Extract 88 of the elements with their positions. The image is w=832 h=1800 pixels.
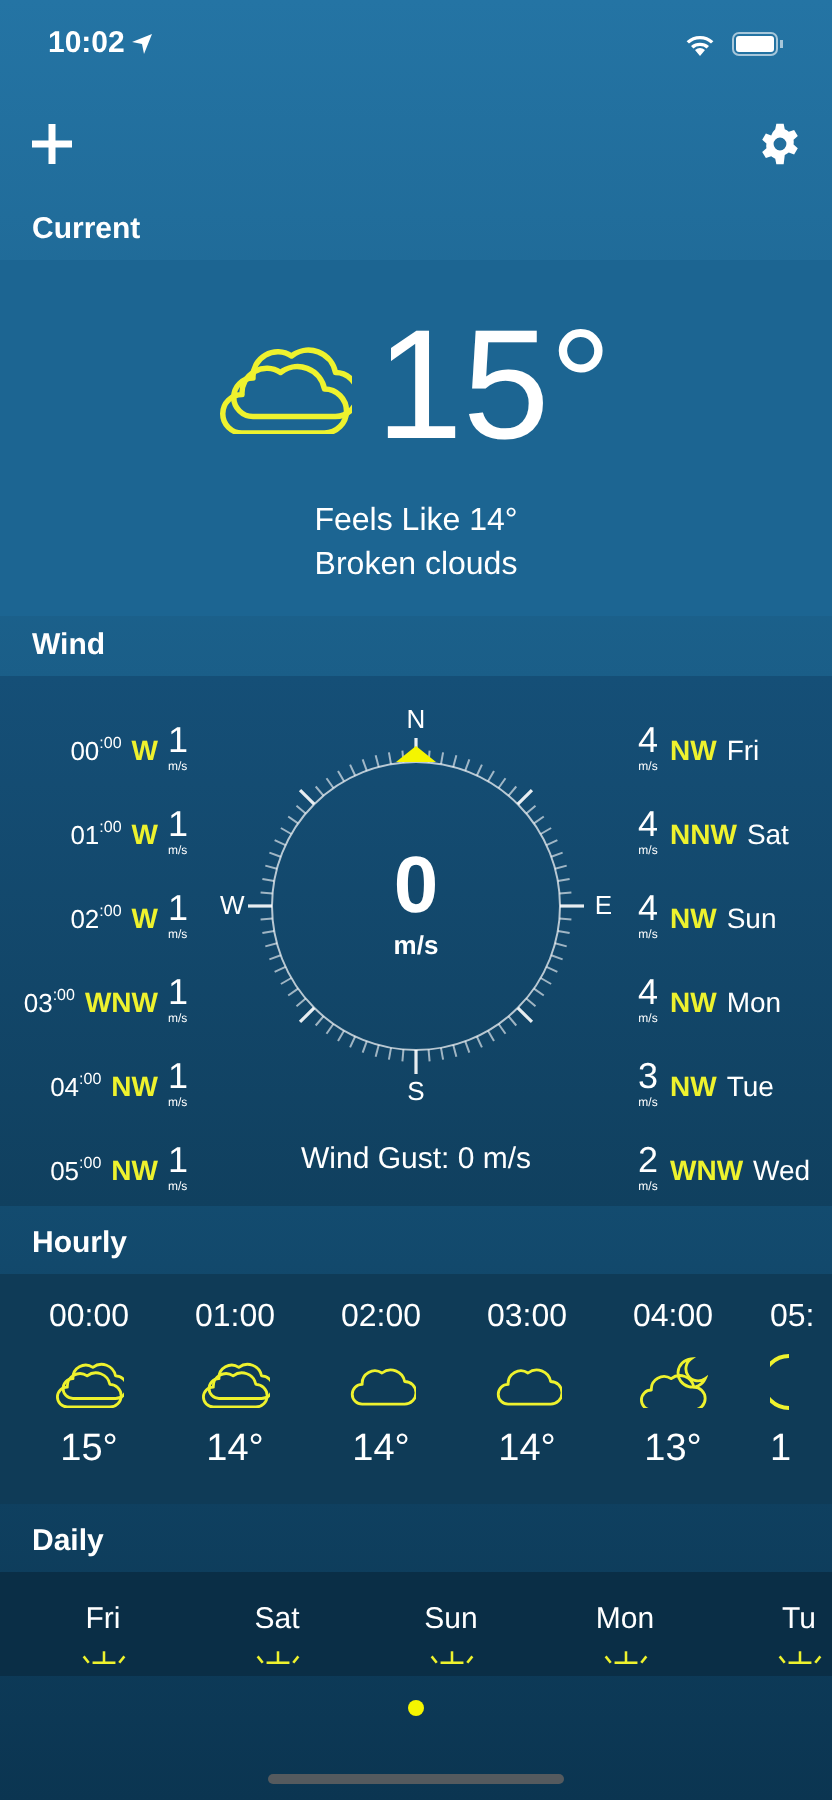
- add-button[interactable]: [28, 120, 76, 168]
- wind-day: Fri: [726, 720, 760, 772]
- day-name: Sat: [254, 1600, 300, 1640]
- wind-hour: 03: [23, 986, 53, 1022]
- wind-speed-value: 2: [637, 1140, 658, 1180]
- section-title: Daily: [32, 1521, 104, 1562]
- weather-description: Broken clouds: [314, 546, 518, 586]
- wind-minutes: :00: [52, 984, 75, 1008]
- wind-day: Mon: [726, 972, 782, 1024]
- current-temperature: 15°: [376, 306, 612, 462]
- wind-speed-value: 1: [168, 720, 189, 760]
- day-name: Fri: [85, 1600, 121, 1640]
- wind-speed-value: 1: [168, 972, 189, 1012]
- wind-speed-value: 1: [168, 1140, 189, 1180]
- wind-speed-value: 1: [168, 888, 189, 928]
- wind-day: Wed: [753, 1140, 811, 1192]
- moon-cloud-icon: [639, 1356, 707, 1408]
- hour-temperature: 15°: [60, 1426, 118, 1474]
- section-title: Hourly: [32, 1223, 128, 1264]
- compass-east: E: [592, 888, 612, 925]
- wind-speed-value: 4: [637, 888, 658, 928]
- wifi-icon: [684, 32, 716, 56]
- wind-direction: NW: [111, 1152, 158, 1190]
- wind-speed-value: 3: [637, 1056, 658, 1096]
- wind-direction: NW: [670, 984, 717, 1022]
- hour-temperature: 14°: [206, 1426, 264, 1474]
- wind-direction: NNW: [670, 816, 737, 854]
- wind-hour: 00: [70, 734, 100, 770]
- sun-icon: [253, 1650, 301, 1664]
- wind-hour: 05: [50, 1154, 80, 1190]
- wind-direction: NW: [670, 732, 717, 770]
- wind-day: Sun: [726, 888, 777, 940]
- wind-direction: WNW: [84, 984, 158, 1022]
- sun-icon: [79, 1650, 127, 1664]
- day-name: Tu: [782, 1600, 816, 1640]
- wind-direction: W: [131, 816, 158, 854]
- wind-hour: 02: [70, 902, 100, 938]
- wind-direction: NW: [111, 1068, 158, 1106]
- wind-minutes: :00: [79, 1068, 102, 1092]
- wind-speed-value: 4: [637, 972, 658, 1012]
- hour-temperature: 14°: [498, 1426, 556, 1474]
- wind-speed-value: 4: [637, 720, 658, 760]
- sun-icon: [601, 1650, 649, 1664]
- status-time: 10:02: [48, 23, 125, 64]
- wind-direction: WNW: [670, 1152, 744, 1190]
- wind-gust: Wind Gust: 0 m/s: [300, 1140, 532, 1180]
- wind-speed-value: 4: [637, 804, 658, 844]
- section-title: Current: [32, 209, 141, 250]
- wind-direction: W: [131, 900, 158, 938]
- settings-button[interactable]: [756, 120, 804, 168]
- compass-west: W: [220, 888, 244, 925]
- compass-north: N: [406, 706, 426, 734]
- hour-time: 03:00: [486, 1298, 568, 1338]
- sun-icon: [427, 1650, 475, 1664]
- day-name: Mon: [595, 1600, 655, 1640]
- hour-temperature: 14°: [352, 1426, 410, 1474]
- wind-minutes: :00: [99, 816, 122, 840]
- settings-icon: [758, 122, 802, 166]
- wind-minutes: :00: [79, 1152, 102, 1176]
- wind-speed-value: 1: [168, 1056, 189, 1096]
- wind-minutes: :00: [99, 900, 122, 924]
- wind-day: Sat: [746, 804, 789, 856]
- wind-direction: NW: [670, 900, 717, 938]
- wind-unit: m/s: [393, 928, 439, 965]
- wind-minutes: :00: [99, 732, 122, 756]
- compass-south: S: [407, 1078, 425, 1106]
- hour-temperature: 1: [770, 1426, 792, 1474]
- hour-temperature: 13°: [644, 1426, 702, 1474]
- wind-day: Tue: [726, 1056, 774, 1108]
- day-name: Sun: [424, 1600, 478, 1640]
- battery-icon: [732, 32, 784, 56]
- hour-time: 05:: [770, 1298, 815, 1338]
- wind-hour: 04: [50, 1070, 80, 1106]
- section-title: Wind: [32, 625, 106, 666]
- hour-time: 01:00: [194, 1298, 276, 1338]
- wind-speed: 0: [393, 846, 439, 927]
- moon-icon: [770, 1354, 790, 1410]
- sun-icon: [775, 1650, 823, 1664]
- wind-hour: 01: [70, 818, 100, 854]
- hour-time: 00:00: [48, 1298, 130, 1338]
- location-arrow-icon: [132, 34, 153, 54]
- hour-time: 02:00: [340, 1298, 422, 1338]
- wind-direction: NW: [670, 1068, 717, 1106]
- wind-speed-value: 1: [168, 804, 189, 844]
- feels-like: Feels Like 14°: [314, 502, 518, 542]
- hour-time: 04:00: [632, 1298, 714, 1338]
- wind-direction: W: [131, 732, 158, 770]
- plus-icon: [30, 122, 74, 166]
